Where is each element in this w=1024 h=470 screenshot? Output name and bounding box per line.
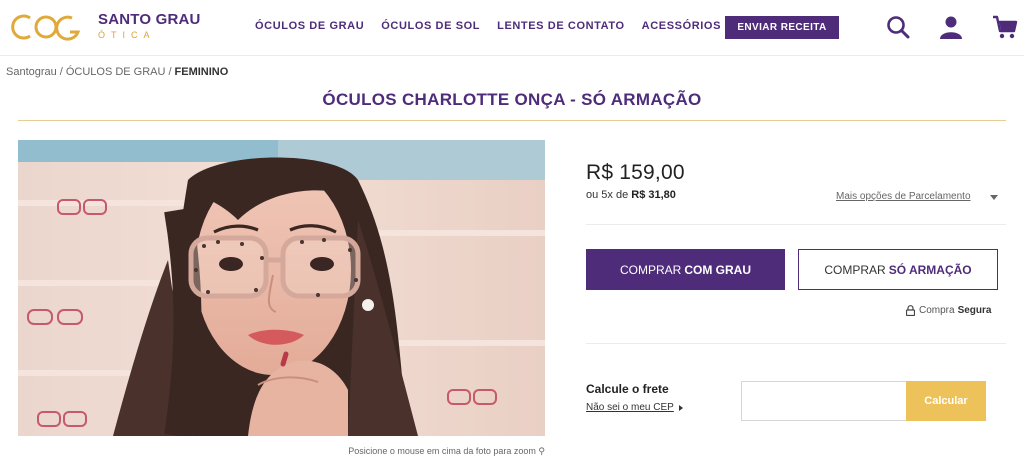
divider: [586, 224, 1006, 225]
nav-oculos-de-grau[interactable]: ÓCULOS DE GRAU: [255, 20, 364, 32]
title-divider: [18, 120, 1006, 121]
cep-help-link[interactable]: Não sei o meu CEP: [586, 402, 674, 413]
cep-input[interactable]: [741, 381, 907, 421]
breadcrumb: Santograu / ÓCULOS DE GRAU / FEMININO: [6, 66, 228, 78]
installments-prefix: ou 5x de: [586, 189, 629, 201]
product-title: ÓCULOS CHARLOTTE ONÇA - SÓ ARMAÇÃO: [322, 90, 702, 109]
product-photo[interactable]: [18, 140, 545, 436]
breadcrumb-separator: /: [168, 66, 172, 78]
lock-icon: [906, 305, 915, 316]
secure-purchase: Compra Segura: [906, 305, 991, 316]
buy-with-lens-prefix: COMPRAR: [619, 262, 682, 277]
secure-prefix: Compra: [919, 305, 955, 316]
nav-lentes-de-contato[interactable]: LENTES DE CONTATO: [497, 20, 625, 32]
calculate-shipping-button[interactable]: Calcular: [906, 381, 986, 421]
nav-acessorios[interactable]: ACESSÓRIOS: [642, 20, 721, 32]
brand-subtitle: ÓTICA: [98, 30, 156, 40]
installments-value: R$ 31,80: [631, 189, 676, 201]
product-price: R$ 159,00: [586, 161, 685, 184]
chevron-down-icon[interactable]: [990, 195, 998, 200]
zoom-hint-text: Posicione o mouse em cima da foto para z…: [348, 446, 536, 456]
brand-name: SANTO GRAU: [98, 11, 201, 28]
chevron-right-icon: [679, 405, 683, 411]
buy-frame-bold: SÓ ARMAÇÃO: [888, 262, 972, 277]
breadcrumb-current: FEMININO: [174, 66, 229, 78]
search-icon[interactable]: [885, 14, 911, 40]
magnifier-icon: ⚲: [538, 446, 545, 456]
installments: ou 5x de R$ 31,80: [586, 189, 676, 201]
enviar-receita-button[interactable]: ENVIAR RECEITA: [725, 16, 839, 39]
buy-frame-only-button[interactable]: COMPRAR SÓ ARMAÇÃO: [798, 249, 998, 290]
site-header: SANTO GRAU ÓTICA ÓCULOS DE GRAU ÓCULOS D…: [0, 0, 1024, 56]
buy-with-lens-button[interactable]: COMPRAR COM GRAU: [586, 249, 785, 290]
logo-icon[interactable]: [6, 10, 90, 44]
brand[interactable]: SANTO GRAU ÓTICA: [98, 11, 201, 40]
more-installment-options-link[interactable]: Mais opções de Parcelamento: [836, 191, 971, 202]
shipping-title: Calcule o frete: [586, 382, 669, 396]
divider: [586, 343, 1006, 344]
nav-oculos-de-sol[interactable]: ÓCULOS DE SOL: [381, 20, 480, 32]
buy-frame-prefix: COMPRAR: [824, 262, 886, 277]
zoom-hint: Posicione o mouse em cima da foto para z…: [200, 446, 545, 457]
cart-icon[interactable]: [992, 14, 1018, 40]
buy-with-lens-bold: COM GRAU: [684, 262, 751, 277]
secure-bold: Segura: [957, 305, 992, 316]
breadcrumb-item-home[interactable]: Santograu: [6, 66, 57, 78]
breadcrumb-separator: /: [59, 66, 63, 78]
user-icon[interactable]: [938, 14, 964, 40]
breadcrumb-item-oculos-de-grau[interactable]: ÓCULOS DE GRAU: [66, 66, 166, 78]
main-nav: ÓCULOS DE GRAU ÓCULOS DE SOL LENTES DE C…: [255, 20, 738, 32]
